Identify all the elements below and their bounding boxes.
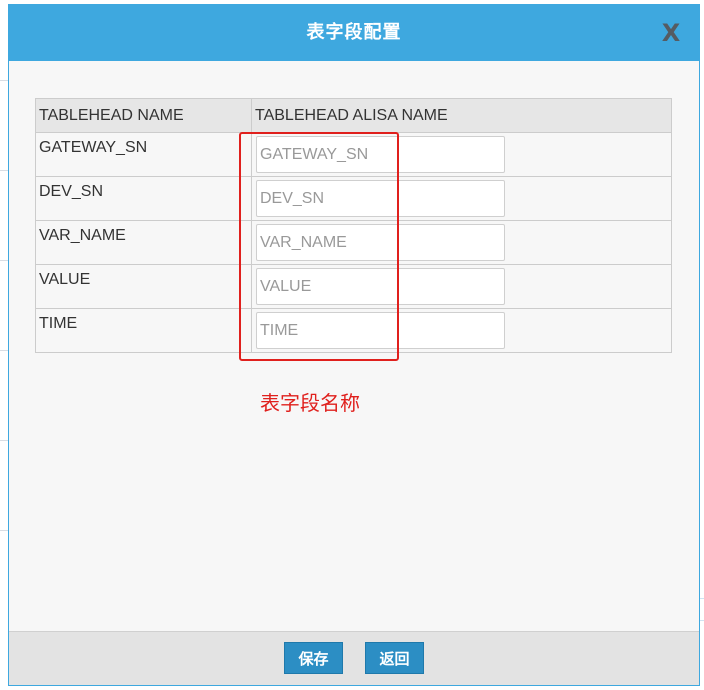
dialog-title: 表字段配置 [306,22,402,43]
alias-cell [251,264,672,309]
table-row: TIME [35,308,672,353]
alias-input-value[interactable] [256,268,505,305]
alias-input-gateway-sn[interactable] [256,136,505,173]
dialog-body: TABLEHEAD NAME TABLEHEAD ALISA NAME GATE… [9,61,699,633]
alias-cell [251,308,672,353]
alias-cell [251,220,672,265]
field-name: TIME [35,308,252,353]
alias-cell [251,132,672,177]
column-header-name: TABLEHEAD NAME [35,98,252,133]
alias-input-var-name[interactable] [256,224,505,261]
column-header-alias: TABLEHEAD ALISA NAME [251,98,672,133]
field-name: VAR_NAME [35,220,252,265]
alias-cell [251,176,672,221]
field-table: TABLEHEAD NAME TABLEHEAD ALISA NAME GATE… [35,98,672,353]
field-name: GATEWAY_SN [35,132,252,177]
field-name: VALUE [35,264,252,309]
table-row: VALUE [35,264,672,309]
table-header-row: TABLEHEAD NAME TABLEHEAD ALISA NAME [35,98,672,133]
table-row: DEV_SN [35,176,672,221]
annotation-label: 表字段名称 [260,391,360,415]
dialog-header: 表字段配置 X [9,5,699,61]
field-config-dialog: 表字段配置 X TABLEHEAD NAME TABLEHEAD ALISA N… [8,4,700,686]
table-row: VAR_NAME [35,220,672,265]
save-button[interactable]: 保存 [284,642,343,674]
alias-input-time[interactable] [256,312,505,349]
back-button[interactable]: 返回 [365,642,424,674]
alias-input-dev-sn[interactable] [256,180,505,217]
close-icon[interactable]: X [657,19,685,47]
dialog-footer: 保存 返回 [9,631,699,685]
field-name: DEV_SN [35,176,252,221]
table-row: GATEWAY_SN [35,132,672,177]
